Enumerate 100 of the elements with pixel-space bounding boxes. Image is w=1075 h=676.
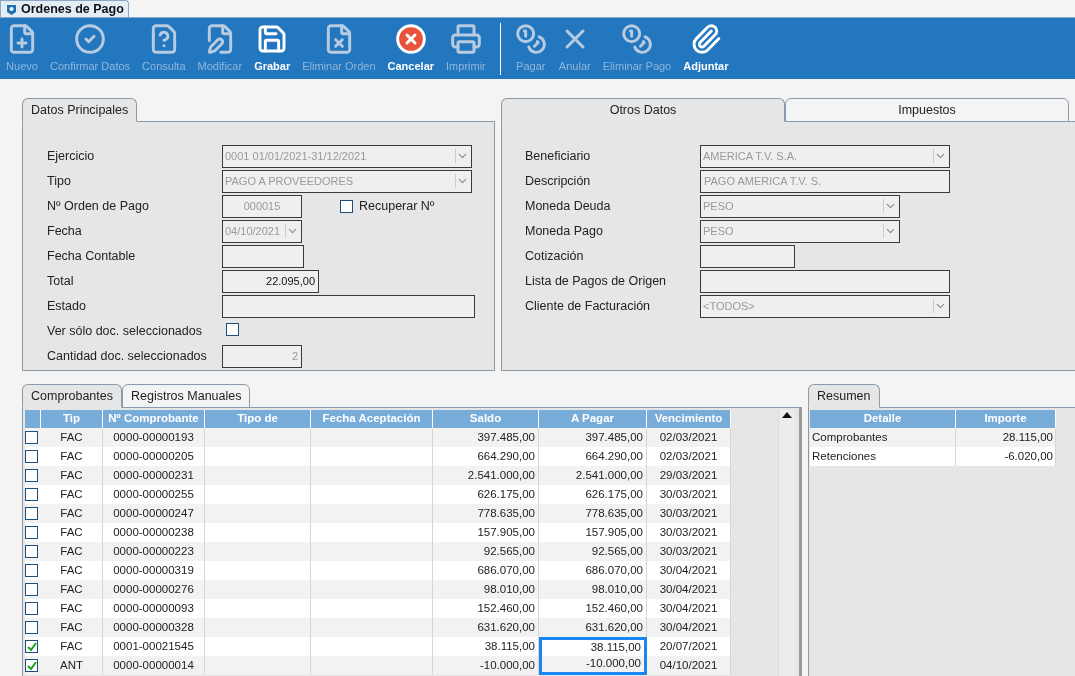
field-value: <TODOS> (702, 298, 756, 314)
toolbar-button[interactable]: Eliminar Orden (296, 18, 382, 79)
field-label: Moneda Pago (525, 222, 604, 240)
panel-tab[interactable]: Comprobantes (22, 384, 122, 408)
text-field[interactable] (700, 269, 950, 293)
field-label: Moneda Deuda (525, 197, 612, 215)
field-value: PESO (702, 223, 735, 239)
field-value: AMERICA T.V. S.A. (702, 148, 799, 164)
column-header[interactable]: Nº Comprobante (103, 410, 205, 428)
column-header[interactable]: Vencimiento (647, 410, 731, 428)
toolbar-button[interactable]: Anular (552, 18, 597, 79)
toolbar-button[interactable]: Confirmar Datos (44, 18, 137, 79)
dropdown-arrow-icon (883, 199, 897, 213)
checkbox[interactable] (25, 564, 38, 577)
column-header[interactable]: Tip (41, 410, 103, 428)
column-header[interactable]: Fecha Aceptación (311, 410, 433, 428)
cancel-icon (394, 23, 427, 55)
field-label: Ejercicio (47, 147, 96, 165)
text-field[interactable] (222, 244, 304, 268)
checkbox[interactable] (25, 469, 38, 482)
field-value: 2 (291, 348, 298, 364)
toolbar-button[interactable]: Nuevo (0, 18, 44, 79)
panel-tab[interactable]: Impuestos (785, 98, 1069, 122)
field-label: Tipo (47, 172, 72, 190)
field-value: 000015 (243, 198, 281, 214)
column-header[interactable]: Detalle (810, 410, 956, 428)
field-label: Estado (47, 297, 87, 315)
text-field[interactable]: 22.095,00 (222, 269, 319, 293)
app-logo-icon (5, 2, 18, 16)
toolbar-button[interactable]: Grabar (248, 18, 297, 79)
dropdown-arrow-icon (933, 149, 947, 163)
toolbar-button[interactable]: Eliminar Pago (596, 18, 678, 79)
dropdown-arrow-icon (883, 224, 897, 238)
checkbox[interactable] (25, 583, 38, 596)
field-label: Fecha Contable (47, 247, 137, 265)
table-cell: -10.000,00 (539, 656, 647, 675)
panel-tab[interactable]: Registros Manuales (122, 384, 251, 408)
field-value: PESO (702, 198, 735, 214)
checkbox[interactable] (25, 507, 38, 520)
field-label: Beneficiario (525, 147, 592, 165)
column-header[interactable]: Importe (956, 410, 1056, 428)
table-cell: 04/10/2021 (647, 656, 731, 675)
checkbox[interactable] (25, 659, 38, 672)
table-cell: Retenciones (810, 447, 956, 466)
dropdown-arrow-icon (285, 224, 299, 238)
panel-tab[interactable]: Resumen (808, 384, 880, 408)
coins-icon (621, 23, 653, 55)
column-header[interactable]: A Pagar (539, 410, 647, 428)
toolbar-button[interactable]: Cancelar (381, 18, 441, 79)
toolbar-button[interactable]: Pagar (508, 18, 553, 79)
dropdown-arrow-icon (455, 149, 469, 163)
column-header[interactable]: Saldo (433, 410, 539, 428)
field-value: PAGO A PROVEEDORES (224, 173, 355, 189)
checkbox[interactable] (25, 488, 38, 501)
printer-icon (449, 23, 482, 55)
field-value: 22.095,00 (266, 273, 315, 289)
table-cell: -6.020,00 (956, 447, 1056, 466)
scrollbar[interactable] (778, 410, 795, 676)
field-label: Lista de Pagos de Origen (525, 272, 668, 290)
field-label: Nº Orden de Pago (47, 197, 150, 215)
checkbox[interactable] (25, 450, 38, 463)
field-label: Ver sólo doc. seleccionados (47, 322, 203, 340)
toolbar-button[interactable]: Modificar (191, 18, 249, 79)
field-label: Cliente de Facturación (525, 297, 652, 315)
text-field[interactable] (222, 294, 475, 318)
scroll-up-arrow-icon[interactable] (782, 412, 792, 418)
checkbox[interactable] (25, 621, 38, 634)
table-cell: 631.620,00 (539, 618, 647, 637)
checkmark-icon (26, 641, 37, 652)
panel-tab[interactable]: Datos Principales (22, 98, 138, 122)
coins-icon (514, 23, 547, 55)
panel-tab[interactable]: Otros Datos (501, 98, 785, 122)
field-value: PAGO AMERICA T.V. S. (704, 173, 822, 189)
checkbox[interactable] (25, 545, 38, 558)
table-header (25, 410, 41, 428)
checkmark-icon (26, 660, 37, 671)
checkbox[interactable] (25, 640, 38, 653)
checkbox-label: Recuperar Nº (359, 197, 435, 215)
toolbar-button[interactable]: Imprimir (440, 18, 492, 79)
checkbox[interactable] (25, 602, 38, 615)
checkbox[interactable] (226, 323, 239, 336)
text-field[interactable] (700, 244, 795, 268)
toolbar-button[interactable]: Adjuntar (677, 18, 735, 79)
column-header[interactable]: Tipo de (205, 410, 311, 428)
field-label: Cantidad doc. seleccionados (47, 347, 208, 365)
field-label: Cotización (525, 247, 585, 265)
table-cell: ANT (41, 656, 103, 675)
field-value: 0001 01/01/2021-31/12/2021 (224, 148, 368, 164)
checkbox[interactable] (25, 431, 38, 444)
dropdown-arrow-icon (933, 299, 947, 313)
toolbar-button[interactable]: Consulta (136, 18, 192, 79)
field-value: 04/10/2021 (224, 223, 282, 239)
table-cell: -10.000,00 (433, 656, 539, 675)
field-label: Descripción (525, 172, 592, 190)
check-circle-icon (74, 23, 107, 55)
window-tab[interactable]: Ordenes de Pago (0, 0, 129, 17)
dropdown-arrow-icon (455, 174, 469, 188)
table-cell: 0000-00000014 (103, 656, 205, 675)
checkbox[interactable] (25, 526, 38, 539)
field-label: Total (47, 272, 75, 290)
